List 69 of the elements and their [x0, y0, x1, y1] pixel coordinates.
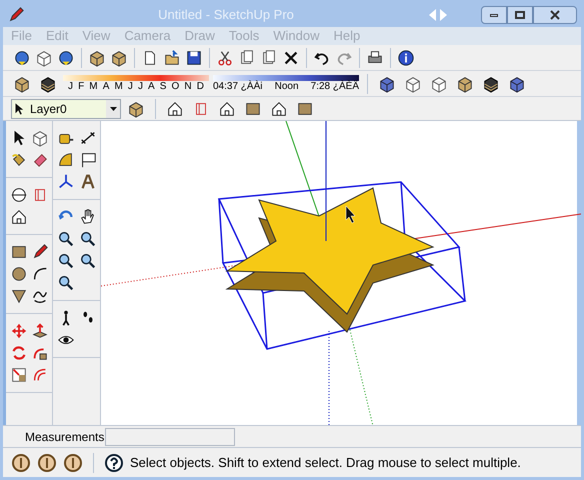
time-label: Noon — [274, 80, 299, 92]
window-title: Untitled - SketchUp Pro — [157, 6, 295, 24]
axes-icon[interactable] — [57, 173, 76, 191]
close-button[interactable] — [533, 6, 577, 24]
menu-item[interactable]: Edit — [46, 26, 68, 46]
dimension-icon[interactable] — [78, 129, 96, 147]
rectangle-icon[interactable] — [10, 243, 28, 261]
month-label: M — [89, 80, 98, 92]
measurements-label: Measurements — [25, 428, 105, 446]
caret-icon — [110, 106, 116, 110]
status-text: Select objects. Shift to extend select. Drag mouse to select multiple. — [130, 454, 521, 472]
house-icon[interactable] — [166, 100, 184, 118]
layer-dropdown[interactable]: Layer0 — [11, 98, 121, 118]
pan-hand-icon[interactable] — [78, 208, 96, 226]
month-slider-track[interactable] — [63, 74, 209, 80]
paint-bucket-icon[interactable] — [10, 151, 28, 169]
menu-item[interactable]: Draw — [184, 26, 215, 46]
month-label: A — [102, 80, 110, 92]
info-icon[interactable] — [397, 48, 415, 66]
component-icon[interactable] — [31, 129, 49, 147]
month-label: J — [138, 80, 143, 92]
section-icon[interactable] — [10, 186, 28, 204]
app-logo-icon — [7, 6, 25, 24]
polygon-icon[interactable] — [10, 287, 28, 305]
pencil-icon[interactable] — [31, 243, 49, 261]
circle-icon[interactable] — [10, 265, 28, 283]
month-label: N — [184, 80, 192, 92]
globe-icon[interactable] — [13, 48, 31, 66]
measurements-field[interactable] — [105, 428, 235, 446]
menu-item[interactable]: View — [82, 26, 110, 46]
globe-icon[interactable] — [57, 48, 75, 66]
menu-item[interactable]: Camera — [124, 26, 171, 46]
paste-icon[interactable] — [260, 48, 278, 66]
close-icon — [550, 10, 560, 20]
box-icon[interactable] — [110, 48, 128, 66]
minimize-button[interactable] — [481, 6, 507, 24]
box-icon[interactable] — [88, 48, 106, 66]
open-folder-icon[interactable] — [163, 48, 181, 66]
house-icon[interactable] — [218, 100, 236, 118]
time-slider-track[interactable] — [213, 74, 359, 80]
rotate-icon[interactable] — [10, 344, 28, 362]
cube-icon[interactable] — [35, 48, 53, 66]
zoom-window-icon[interactable] — [78, 230, 96, 248]
month-label: M — [114, 80, 123, 92]
time-label: 7:28 ¿ÀÈÄ — [310, 80, 359, 92]
layer-value: Layer0 — [30, 100, 68, 118]
month-label: S — [160, 80, 166, 92]
menu-item[interactable]: File — [11, 26, 32, 46]
month-label: A — [148, 80, 155, 92]
menu-item[interactable]: Window — [273, 26, 320, 46]
help-icon[interactable] — [104, 452, 124, 472]
maximize-button[interactable] — [507, 6, 533, 24]
menu-item[interactable]: Tools — [228, 26, 260, 46]
house-outline-icon[interactable] — [270, 100, 288, 118]
month-label: J — [68, 80, 73, 92]
month-label: F — [78, 80, 84, 92]
time-label: 04:37 ¿ÀÀi — [213, 80, 262, 92]
eraser-icon[interactable] — [31, 151, 49, 169]
3d-text-icon[interactable] — [78, 173, 96, 191]
mouse-cursor-icon — [346, 206, 356, 224]
month-label: O — [172, 80, 180, 92]
menu-item[interactable]: Help — [334, 26, 360, 46]
month-label: J — [128, 80, 133, 92]
save-icon[interactable] — [185, 48, 203, 66]
cut-icon[interactable] — [216, 48, 234, 66]
month-label: D — [196, 80, 204, 92]
copy-icon[interactable] — [238, 48, 256, 66]
zoom-icon[interactable] — [57, 230, 76, 248]
move-icon[interactable] — [10, 322, 28, 340]
